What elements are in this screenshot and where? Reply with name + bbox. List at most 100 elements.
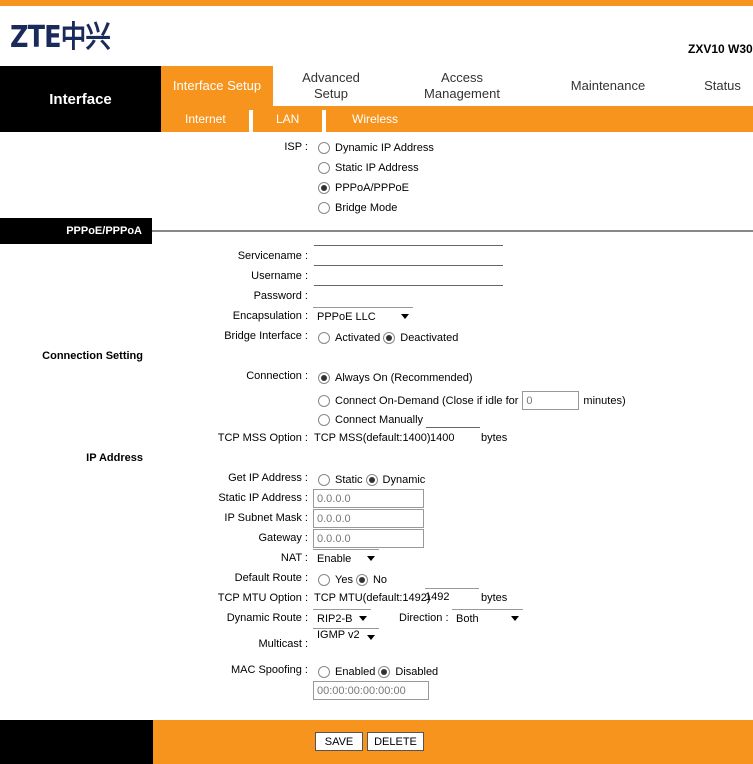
dynamic-route-select[interactable]: RIP2-B: [313, 609, 371, 627]
mac-enabled-radio[interactable]: [318, 666, 330, 678]
option-label: PPPoA/PPPoE: [335, 182, 409, 194]
subtab-wireless[interactable]: Wireless: [352, 106, 398, 132]
tcp-mtu-unit: bytes: [481, 592, 508, 604]
mac-spoofing-label: MAC Spoofing :: [230, 664, 308, 676]
tab-access-management[interactable]: Access Management: [410, 66, 514, 106]
username-label: Username :: [251, 270, 308, 282]
radio[interactable]: [318, 372, 330, 384]
multicast-select[interactable]: IGMP v2: [313, 628, 379, 646]
select-value: IGMP v2: [317, 629, 360, 641]
isp-option-static[interactable]: Static IP Address: [318, 162, 419, 174]
delete-button[interactable]: DELETE: [367, 732, 424, 751]
tab-advanced-setup[interactable]: Advanced Setup: [286, 66, 376, 106]
model-name: ZXV10 W30: [688, 42, 753, 56]
get-ip-static-radio[interactable]: [318, 474, 330, 486]
option-label: Always On (Recommended): [335, 372, 473, 384]
option-label: Dynamic IP Address: [335, 142, 434, 154]
connection-on-demand[interactable]: Connect On-Demand (Close if idle for min…: [318, 391, 626, 410]
tcp-mss-text: TCP MSS(default:1400): [314, 432, 431, 444]
option-label: Bridge Mode: [335, 202, 398, 214]
hidden-line-input: [314, 230, 503, 246]
tcp-mtu-text: TCP MTU(default:1492): [314, 592, 431, 604]
subnav-divider: [249, 110, 253, 132]
option-label: Connect Manually: [335, 414, 424, 426]
save-button[interactable]: SAVE: [315, 732, 363, 751]
connection-always-on[interactable]: Always On (Recommended): [318, 372, 473, 384]
encapsulation-label: Encapsulation :: [232, 310, 308, 322]
chevron-down-icon: [401, 314, 409, 319]
manual-line-input: [426, 412, 480, 428]
subnet-mask-input[interactable]: [313, 509, 424, 528]
subtab-internet[interactable]: Internet: [185, 106, 226, 132]
chevron-down-icon: [367, 556, 375, 561]
encapsulation-select[interactable]: PPPoE LLC: [313, 307, 413, 325]
tab-interface-setup[interactable]: Interface Setup: [161, 66, 273, 106]
tcp-mss-label: TCP MSS Option :: [217, 432, 308, 444]
subnet-mask-label: IP Subnet Mask :: [224, 512, 308, 524]
ip-address-heading: IP Address: [86, 452, 143, 464]
radio[interactable]: [318, 202, 330, 214]
isp-option-dynamic[interactable]: Dynamic IP Address: [318, 142, 434, 154]
default-route-no-radio[interactable]: [355, 574, 368, 586]
subnav-divider: [322, 110, 326, 132]
minutes-label: minutes): [583, 394, 626, 407]
option-label: Static IP Address: [335, 162, 419, 174]
section-name: Interface: [0, 66, 161, 132]
footer-left: [0, 720, 153, 764]
gateway-input[interactable]: [313, 529, 424, 548]
bridge-interface-label: Bridge Interface :: [224, 330, 308, 342]
servicename-input[interactable]: [314, 250, 503, 266]
tab-maintenance[interactable]: Maintenance: [555, 66, 661, 106]
option-label: Activated: [335, 332, 381, 344]
mac-address-input[interactable]: [313, 681, 429, 700]
chevron-down-icon: [367, 635, 375, 640]
option-label: Connect On-Demand (Close if idle for: [335, 394, 519, 407]
static-ip-input[interactable]: [313, 489, 424, 508]
zte-logo: ZTE中兴: [10, 20, 111, 55]
option-label: Enabled: [335, 666, 376, 678]
connection-label: Connection :: [246, 370, 308, 382]
chevron-down-icon: [359, 616, 367, 621]
username-input[interactable]: [314, 270, 503, 286]
option-label: Yes: [335, 574, 353, 586]
multicast-label: Multicast :: [258, 638, 308, 650]
nat-select[interactable]: Enable: [313, 549, 379, 567]
gateway-label: Gateway :: [258, 532, 308, 544]
top-accent-bar: [0, 0, 753, 6]
select-value: PPPoE LLC: [317, 310, 376, 323]
bridge-activated-radio[interactable]: [318, 332, 330, 344]
nat-label: NAT :: [280, 552, 308, 564]
default-route-label: Default Route :: [234, 572, 308, 584]
tab-status[interactable]: Status: [695, 66, 750, 106]
radio[interactable]: [318, 414, 330, 426]
option-label: No: [372, 574, 388, 586]
idle-minutes-input[interactable]: [522, 391, 580, 410]
tcp-mtu-input[interactable]: [425, 588, 479, 604]
radio[interactable]: [318, 162, 330, 174]
get-ip-label: Get IP Address :: [228, 472, 308, 484]
mac-disabled-radio[interactable]: [378, 666, 391, 678]
direction-select[interactable]: Both: [452, 609, 523, 627]
option-label: Static: [335, 474, 363, 486]
radio[interactable]: [318, 182, 330, 194]
tcp-mss-input[interactable]: 1400: [430, 432, 454, 444]
isp-label: ISP :: [284, 141, 308, 153]
isp-option-bridge[interactable]: Bridge Mode: [318, 202, 397, 214]
subtab-lan[interactable]: LAN: [276, 106, 299, 132]
bridge-deactivated-radio[interactable]: [383, 332, 396, 344]
chevron-down-icon: [511, 616, 519, 621]
tcp-mtu-label: TCP MTU Option :: [217, 592, 308, 604]
dynamic-route-label: Dynamic Route :: [226, 612, 308, 624]
password-input[interactable]: [314, 290, 414, 306]
static-ip-label: Static IP Address :: [218, 492, 308, 504]
get-ip-dynamic-radio[interactable]: [365, 474, 378, 486]
option-label: Dynamic: [382, 474, 426, 486]
option-label: Disabled: [395, 666, 439, 678]
isp-option-pppoe[interactable]: PPPoA/PPPoE: [318, 182, 409, 194]
radio[interactable]: [318, 394, 330, 407]
select-value: RIP2-B: [317, 612, 353, 625]
default-route-yes-radio[interactable]: [318, 574, 330, 586]
select-value: Enable: [317, 552, 352, 565]
connection-manually[interactable]: Connect Manually: [318, 414, 423, 426]
radio[interactable]: [318, 142, 330, 154]
